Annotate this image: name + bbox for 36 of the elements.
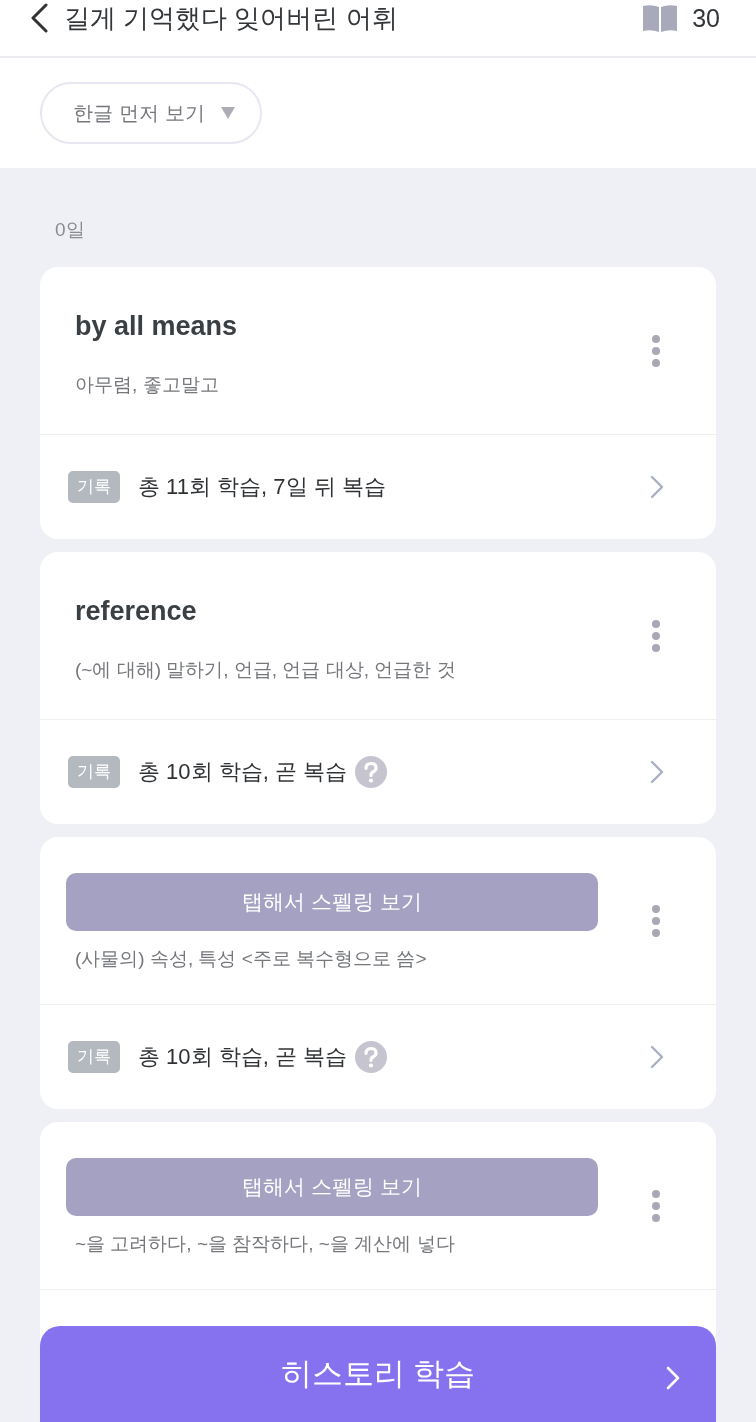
chevron-right-icon (650, 475, 664, 499)
word-text: by all means (75, 309, 238, 343)
spelling-button[interactable]: 탭해서 스펠링 보기 (66, 873, 598, 931)
more-button[interactable] (650, 617, 662, 654)
book-icon (642, 4, 679, 32)
back-chevron-icon (30, 3, 48, 33)
more-icon (651, 618, 661, 653)
help-icon[interactable] (355, 756, 388, 788)
more-icon (651, 1188, 661, 1223)
record-badge: 기록 (68, 756, 120, 788)
record-text: 총 11회 학습, 7일 뒤 복습 (138, 473, 386, 501)
record-text: 총 10회 학습, 곧 복습 (138, 758, 348, 786)
spelling-button[interactable]: 탭해서 스펠링 보기 (66, 1158, 598, 1216)
word-count: 30 (692, 3, 720, 33)
help-icon[interactable] (355, 1041, 388, 1073)
meaning-text: (사물의) 속성, 특성 <주로 복수형으로 씀> (75, 947, 427, 971)
chevron-right-icon (650, 760, 664, 784)
meaning-text: (~에 대해) 말하기, 언급, 언급 대상, 언급한 것 (75, 657, 456, 682)
chevron-right-icon (650, 1045, 664, 1069)
more-button[interactable] (650, 1187, 662, 1224)
chevron-right-icon (666, 1366, 680, 1390)
more-icon (651, 333, 661, 368)
history-study-button[interactable]: 히스토리 학습 (40, 1326, 716, 1422)
dropdown-triangle-icon (220, 107, 235, 119)
page-title: 길게 기억했다 잊어버린 어휘 (64, 1, 399, 35)
more-button[interactable] (650, 332, 662, 369)
more-icon (651, 903, 661, 938)
record-badge: 기록 (68, 1041, 120, 1073)
more-button[interactable] (650, 902, 662, 939)
word-text: reference (75, 594, 197, 628)
day-label: 0일 (54, 218, 86, 242)
meaning-text: ~을 고려하다, ~을 참작하다, ~을 계산에 넣다 (75, 1232, 455, 1256)
record-text: 총 10회 학습, 곧 복습 (138, 1043, 348, 1071)
record-badge: 기록 (68, 471, 120, 503)
meaning-text: 아무렴, 좋고말고 (75, 372, 219, 397)
sort-dropdown[interactable]: 한글 먼저 보기 (40, 82, 262, 144)
